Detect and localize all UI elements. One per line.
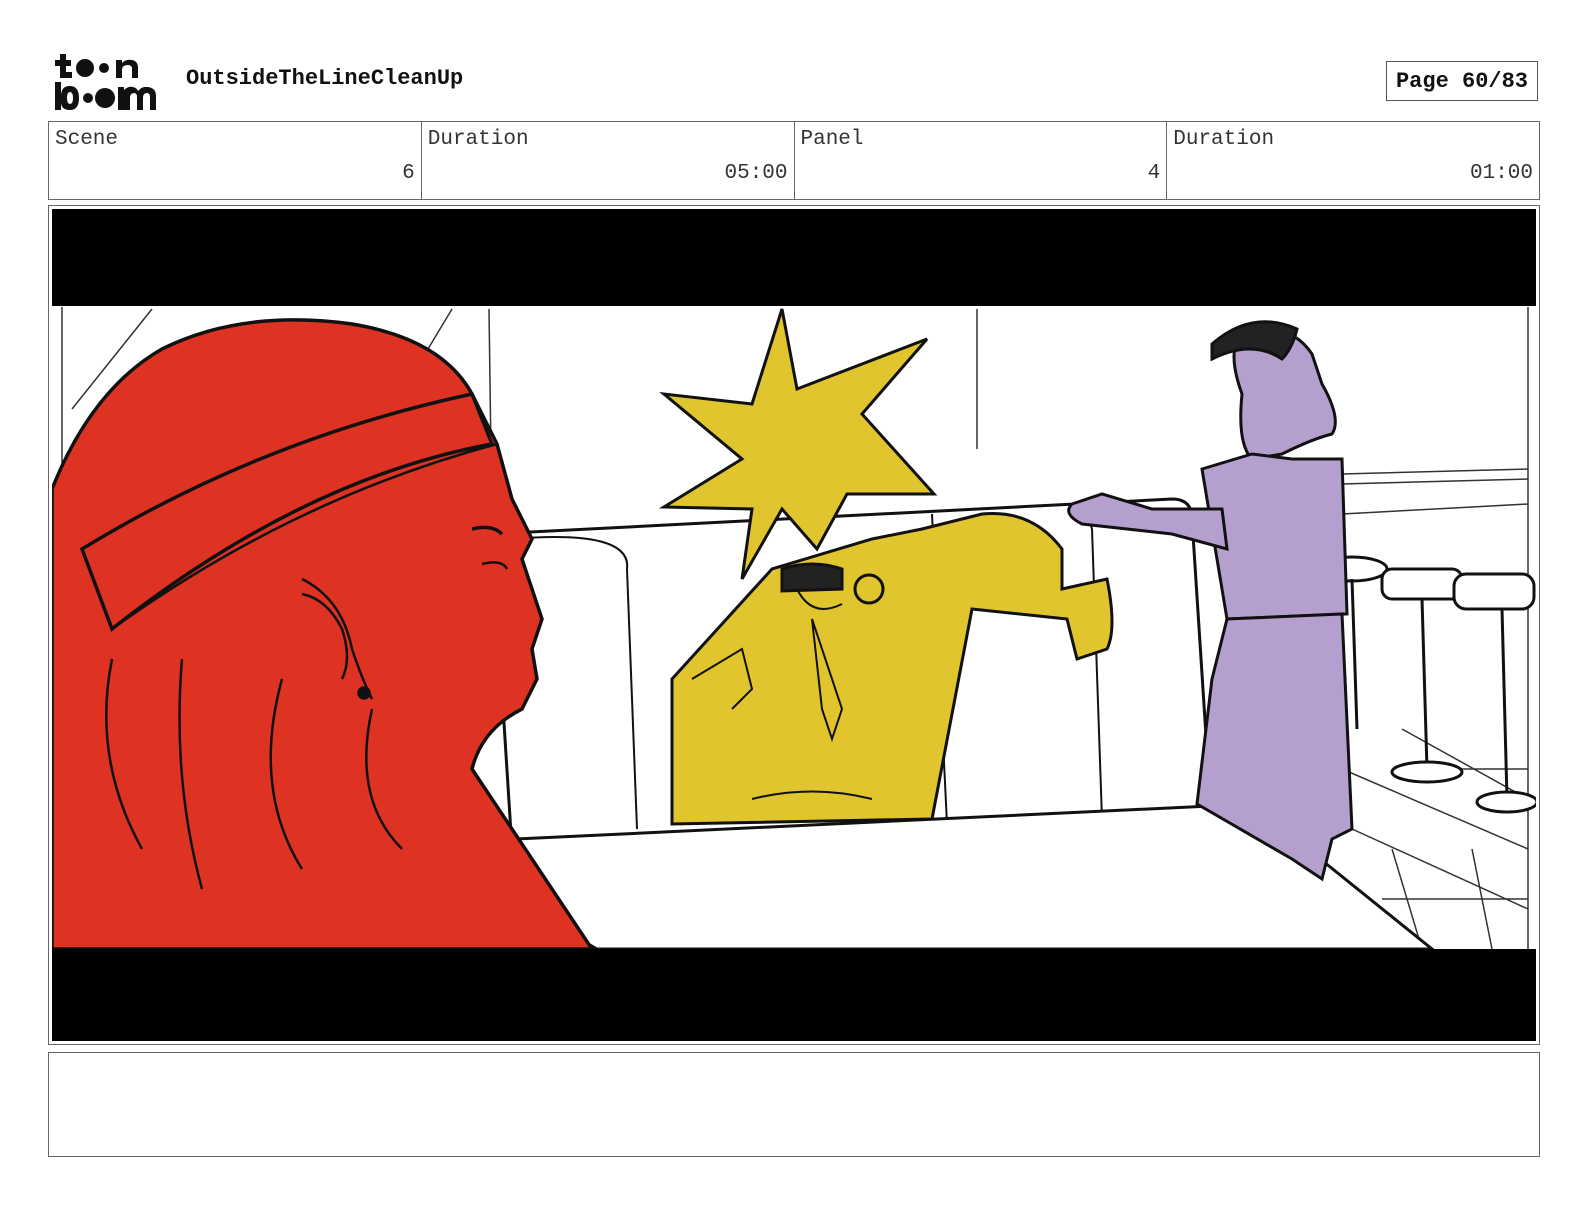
toonboom-logo [55,54,156,110]
scene-cell: Scene 6 [49,122,422,199]
scene-label: Scene [55,128,119,151]
scene-duration-value: 05:00 [724,162,788,185]
project-title: OutsideTheLineCleanUp [186,66,464,91]
scene-value: 6 [402,162,415,185]
scene-duration-label: Duration [427,128,529,151]
panel-value: 4 [1147,162,1161,185]
panel-drawing [52,209,1536,1041]
panel-duration-label: Duration [1173,128,1275,151]
panel-info-row: Scene 6 Duration 05:00 Panel 4 Duration … [48,121,1540,200]
panel-cell: Panel 4 [795,122,1168,199]
panel-duration-cell: Duration 01:00 [1167,122,1539,199]
storyboard-panel [48,205,1540,1045]
page-number: Page 60/83 [1386,61,1538,101]
scene-duration-cell: Duration 05:00 [422,122,795,199]
panel-duration-value: 01:00 [1469,162,1533,185]
panel-label: Panel [800,128,864,151]
panel-notes [48,1052,1540,1157]
